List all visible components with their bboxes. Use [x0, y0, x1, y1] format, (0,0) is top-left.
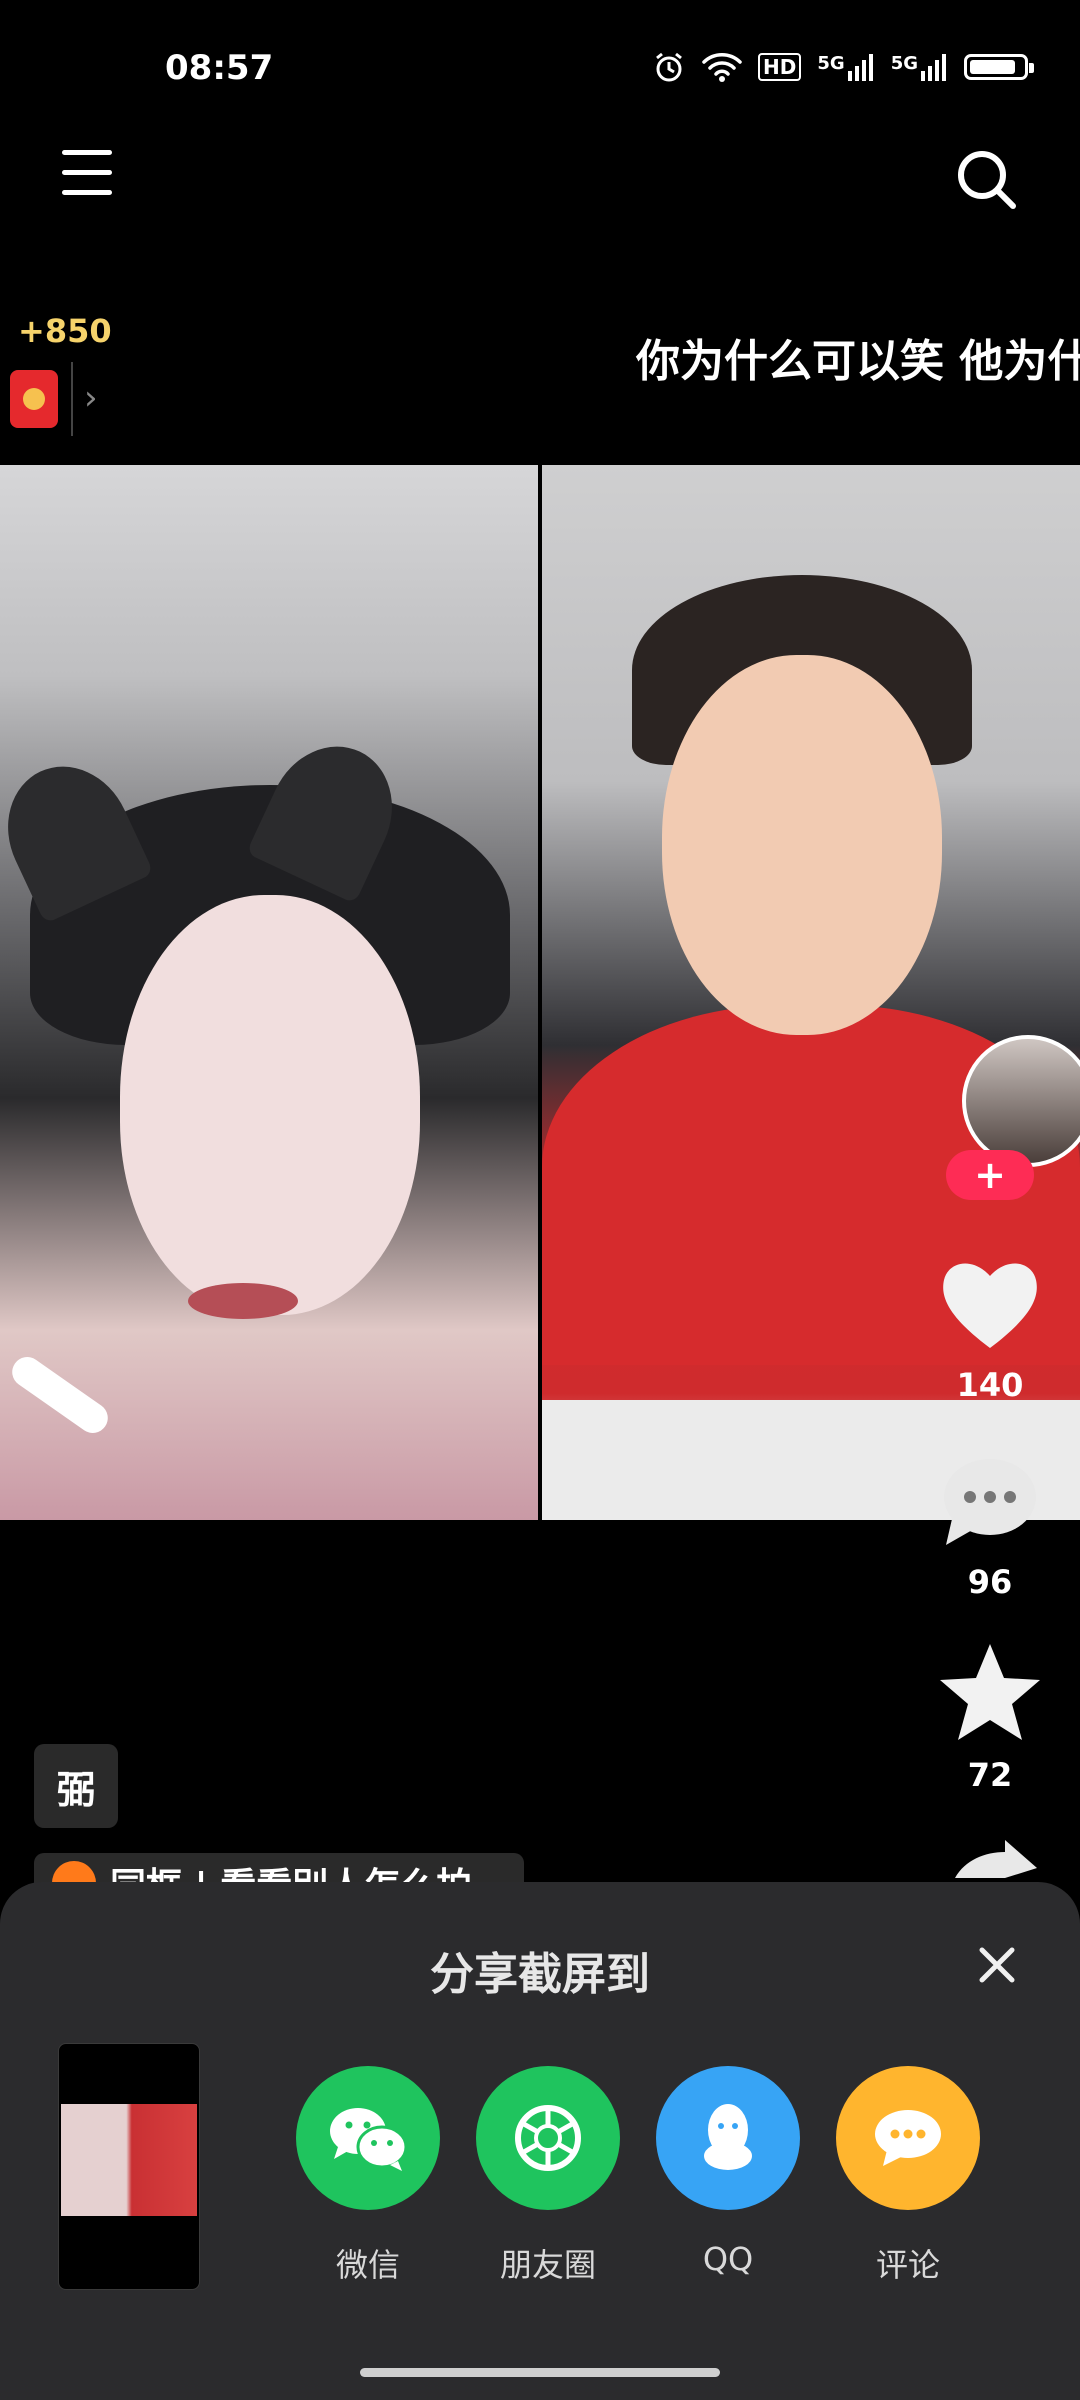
hd-badge: HD — [758, 53, 802, 81]
star-icon — [940, 1644, 1040, 1740]
chevron-right-icon[interactable]: › — [84, 378, 98, 418]
menu-icon-line — [62, 190, 112, 195]
comment-count: 96 — [967, 1563, 1013, 1601]
signal-5g-label: 5G — [890, 53, 918, 74]
share-option-label: 朋友圈 — [499, 2246, 596, 2284]
signal-5g-2: 5G — [891, 53, 948, 81]
divider — [71, 362, 73, 436]
alarm-icon — [656, 52, 682, 82]
menu-button[interactable] — [62, 150, 112, 200]
face — [120, 895, 420, 1315]
comment-button[interactable]: 96 — [930, 1445, 1050, 1601]
mouth — [188, 1283, 298, 1319]
share-option-label: 评论 — [875, 2246, 940, 2284]
face — [662, 655, 942, 1035]
status-time: 08:57 — [165, 48, 274, 88]
menu-icon-line — [62, 170, 112, 175]
signal-5g-1: 5G — [817, 53, 874, 81]
coin-reward-count[interactable]: +850 — [18, 312, 112, 350]
battery-icon — [964, 54, 1034, 80]
video-caption: 你为什么可以笑 他为什 — [636, 336, 1080, 387]
like-count: 140 — [956, 1366, 1024, 1404]
thumbnail-video — [61, 2104, 197, 2216]
share-comment-button[interactable]: 评论 — [818, 2066, 998, 2286]
signal-bars-icon — [921, 54, 946, 81]
qq-icon — [656, 2066, 800, 2210]
share-arrow-icon[interactable] — [945, 1838, 1040, 1878]
search-icon[interactable] — [955, 148, 1017, 210]
share-option-label: 微信 — [335, 2246, 400, 2284]
share-option-label: QQ — [702, 2240, 754, 2278]
signal-5g-label: 5G — [817, 53, 845, 74]
home-indicator[interactable] — [360, 2368, 720, 2377]
share-sheet-title: 分享截屏到 — [430, 1949, 650, 2000]
comment-bubble-icon — [836, 2066, 980, 2210]
red-packet-icon[interactable] — [10, 370, 58, 428]
wechat-icon — [296, 2066, 440, 2210]
moments-icon — [476, 2066, 620, 2210]
share-wechat-button[interactable]: 微信 — [278, 2066, 458, 2286]
like-button[interactable]: 140 — [930, 1248, 1050, 1404]
wifi-icon — [702, 53, 742, 82]
duet-video-left[interactable] — [0, 465, 538, 1520]
tag-chip[interactable]: 弼 — [34, 1744, 118, 1828]
status-icons: HD 5G 5G — [652, 50, 1034, 84]
signal-bars-icon — [847, 54, 873, 81]
menu-icon-line — [62, 150, 112, 155]
heart-icon — [943, 1263, 1037, 1348]
follow-button[interactable]: + — [946, 1150, 1034, 1200]
close-icon[interactable] — [972, 1940, 1022, 1990]
share-qq-button[interactable]: QQ — [638, 2066, 818, 2278]
share-moments-button[interactable]: 朋友圈 — [458, 2066, 638, 2286]
favorite-count: 72 — [967, 1756, 1013, 1794]
comment-icon — [944, 1459, 1036, 1545]
favorite-button[interactable]: 72 — [930, 1638, 1050, 1794]
screenshot-thumbnail[interactable] — [58, 2043, 200, 2290]
